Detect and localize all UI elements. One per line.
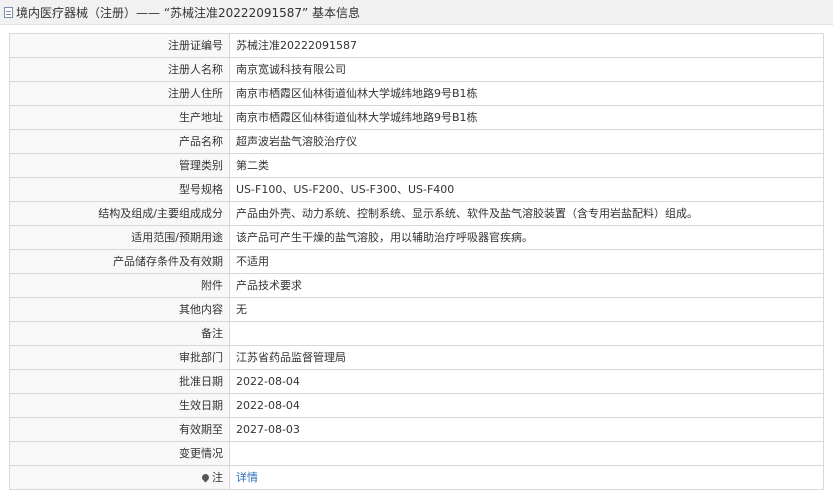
- row-value: [229, 441, 824, 466]
- row-value: 苏械注准20222091587: [229, 33, 824, 58]
- row-value: 该产品可产生干燥的盐气溶胶，用以辅助治疗呼吸器官疾病。: [229, 225, 824, 250]
- row-value: 产品技术要求: [229, 273, 824, 298]
- row-value: 2022-08-04: [229, 369, 824, 394]
- note-value-cell: 详情: [229, 465, 824, 490]
- row-value: 江苏省药品监督管理局: [229, 345, 824, 370]
- row-value: US-F100、US-F200、US-F300、US-F400: [229, 177, 824, 202]
- document-icon: [4, 6, 13, 18]
- row-value: 产品由外壳、动力系统、控制系统、显示系统、软件及盐气溶胶装置（含专用岩盐配料）组…: [229, 201, 824, 226]
- row-label: 变更情况: [9, 441, 230, 466]
- info-table-container: 注册证编号 苏械注准20222091587 注册人名称 南京宽诚科技有限公司 注…: [9, 33, 824, 490]
- row-value: 南京市栖霞区仙林街道仙林大学城纬地路9号B1栋: [229, 81, 824, 106]
- row-label: 其他内容: [9, 297, 230, 322]
- row-label: 管理类别: [9, 153, 230, 178]
- row-label: 附件: [9, 273, 230, 298]
- row-label: 适用范围/预期用途: [9, 225, 230, 250]
- table-row: 生产地址 南京市栖霞区仙林街道仙林大学城纬地路9号B1栋: [9, 105, 824, 130]
- details-link[interactable]: 详情: [236, 471, 258, 484]
- table-row: 变更情况: [9, 441, 824, 466]
- table-row: 型号规格 US-F100、US-F200、US-F300、US-F400: [9, 177, 824, 202]
- row-value: 2027-08-03: [229, 417, 824, 442]
- row-label: 产品储存条件及有效期: [9, 249, 230, 274]
- row-value: 不适用: [229, 249, 824, 274]
- table-row: 其他内容 无: [9, 297, 824, 322]
- row-value: 南京市栖霞区仙林街道仙林大学城纬地路9号B1栋: [229, 105, 824, 130]
- row-value: 第二类: [229, 153, 824, 178]
- row-value: 无: [229, 297, 824, 322]
- row-value: [229, 321, 824, 346]
- note-label: 注: [212, 471, 223, 484]
- row-value: 2022-08-04: [229, 393, 824, 418]
- row-label: 注册人住所: [9, 81, 230, 106]
- table-row: 注册人住所 南京市栖霞区仙林街道仙林大学城纬地路9号B1栋: [9, 81, 824, 106]
- table-row: 审批部门 江苏省药品监督管理局: [9, 345, 824, 370]
- table-row: 产品储存条件及有效期 不适用: [9, 249, 824, 274]
- info-table: 注册证编号 苏械注准20222091587 注册人名称 南京宽诚科技有限公司 注…: [9, 33, 824, 490]
- row-label: 注册证编号: [9, 33, 230, 58]
- table-row: 结构及组成/主要组成成分 产品由外壳、动力系统、控制系统、显示系统、软件及盐气溶…: [9, 201, 824, 226]
- table-row: 产品名称 超声波岩盐气溶胶治疗仪: [9, 129, 824, 154]
- row-label: 产品名称: [9, 129, 230, 154]
- row-label: 注册人名称: [9, 57, 230, 82]
- row-label: 批准日期: [9, 369, 230, 394]
- row-label: 结构及组成/主要组成成分: [9, 201, 230, 226]
- pin-icon: [200, 472, 211, 483]
- row-label: 备注: [9, 321, 230, 346]
- table-row-footer: 注 详情: [9, 465, 824, 490]
- page-header: 境内医疗器械（注册）—— “苏械注准20222091587” 基本信息: [0, 0, 833, 25]
- row-label: 生效日期: [9, 393, 230, 418]
- table-row: 生效日期 2022-08-04: [9, 393, 824, 418]
- table-row: 适用范围/预期用途 该产品可产生干燥的盐气溶胶，用以辅助治疗呼吸器官疾病。: [9, 225, 824, 250]
- row-label: 型号规格: [9, 177, 230, 202]
- row-value: 超声波岩盐气溶胶治疗仪: [229, 129, 824, 154]
- table-row: 管理类别 第二类: [9, 153, 824, 178]
- row-label: 生产地址: [9, 105, 230, 130]
- table-row: 批准日期 2022-08-04: [9, 369, 824, 394]
- table-row: 附件 产品技术要求: [9, 273, 824, 298]
- row-value: 南京宽诚科技有限公司: [229, 57, 824, 82]
- note-label-cell: 注: [9, 465, 230, 490]
- page-title: 境内医疗器械（注册）—— “苏械注准20222091587” 基本信息: [16, 5, 361, 20]
- table-row: 注册人名称 南京宽诚科技有限公司: [9, 57, 824, 82]
- table-row: 有效期至 2027-08-03: [9, 417, 824, 442]
- table-row: 备注: [9, 321, 824, 346]
- row-label: 有效期至: [9, 417, 230, 442]
- table-row: 注册证编号 苏械注准20222091587: [9, 33, 824, 58]
- row-label: 审批部门: [9, 345, 230, 370]
